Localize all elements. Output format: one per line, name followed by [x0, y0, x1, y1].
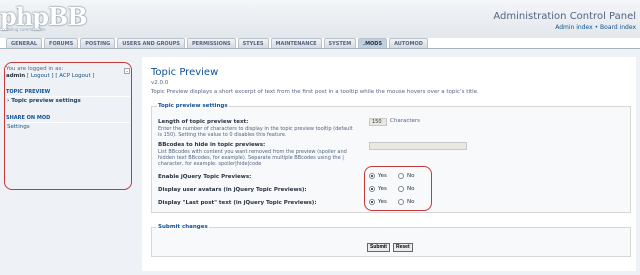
login-info: You are logged in as: admin [ Logout ] […	[6, 66, 95, 80]
header-bar: phpBB creating communities Administratio…	[0, 0, 640, 38]
sidebar-item-topic-preview-settings[interactable]: Topic preview settings	[5, 97, 130, 105]
tab-system[interactable]: System	[323, 38, 357, 48]
tab-permissions[interactable]: Permissions	[187, 38, 236, 48]
sidebar-item-settings[interactable]: Settings	[5, 123, 130, 131]
page-header-title: Administration Control Panel	[493, 11, 636, 22]
length-unit: Characters	[390, 118, 421, 124]
jquery-label: Enable jQuery Topic Previews:	[158, 174, 252, 180]
tab-forums[interactable]: Forums	[44, 38, 79, 48]
tab-maintenance[interactable]: Maintenance	[270, 38, 322, 48]
tab-mods[interactable]: .MODs	[358, 38, 388, 48]
preview-length-input[interactable]: 150	[369, 118, 387, 126]
acp-logout-link[interactable]: [ ACP Logout ]	[55, 73, 94, 79]
radio-highlight	[364, 166, 432, 211]
settings-legend: Topic preview settings	[157, 103, 229, 109]
logged-in-label: You are logged in as:	[6, 66, 64, 72]
logo-tagline: creating communities	[2, 27, 46, 32]
header-links[interactable]: Admin index • Board index	[555, 24, 636, 31]
tab-styles[interactable]: Styles	[237, 38, 269, 48]
reset-button[interactable]: Reset	[393, 243, 413, 252]
page-title: Topic Preview	[151, 67, 219, 78]
bbcodes-explain: List BBcodes with content you want remov…	[158, 149, 347, 167]
submit-fieldset: Submit changes	[151, 224, 631, 257]
main-tabs: General Forums Posting Users and Groups …	[6, 38, 428, 48]
tab-posting[interactable]: Posting	[80, 38, 116, 48]
mod-version: v2.0.0	[151, 80, 169, 86]
sidebar-section-topic-preview: Topic Preview	[5, 88, 130, 97]
logout-link[interactable]: [ Logout ]	[27, 73, 54, 79]
length-explain: Enter the number of characters to displa…	[158, 126, 353, 138]
submit-legend: Submit changes	[157, 224, 209, 230]
length-label: Length of topic preview text:	[158, 119, 249, 125]
tab-general[interactable]: General	[6, 38, 43, 48]
lastpost-label: Display "Last post" text (in jQuery Topi…	[158, 200, 317, 206]
tab-users-and-groups[interactable]: Users and Groups	[117, 38, 186, 48]
sidebar-section-share-on-mod: Share On MOD	[5, 114, 130, 123]
submit-button[interactable]: Submit	[367, 243, 390, 252]
bbcodes-label: BBcodes to hide in topic previews:	[158, 142, 266, 148]
username: admin	[6, 73, 26, 79]
bbcodes-input[interactable]	[369, 142, 467, 150]
page-description: Topic Preview displays a short excerpt o…	[151, 89, 479, 95]
tab-automod[interactable]: Automod	[389, 38, 428, 48]
avatars-label: Display user avatars (in jQuery Topic Pr…	[158, 187, 307, 193]
minus-icon[interactable]: –	[124, 68, 130, 75]
